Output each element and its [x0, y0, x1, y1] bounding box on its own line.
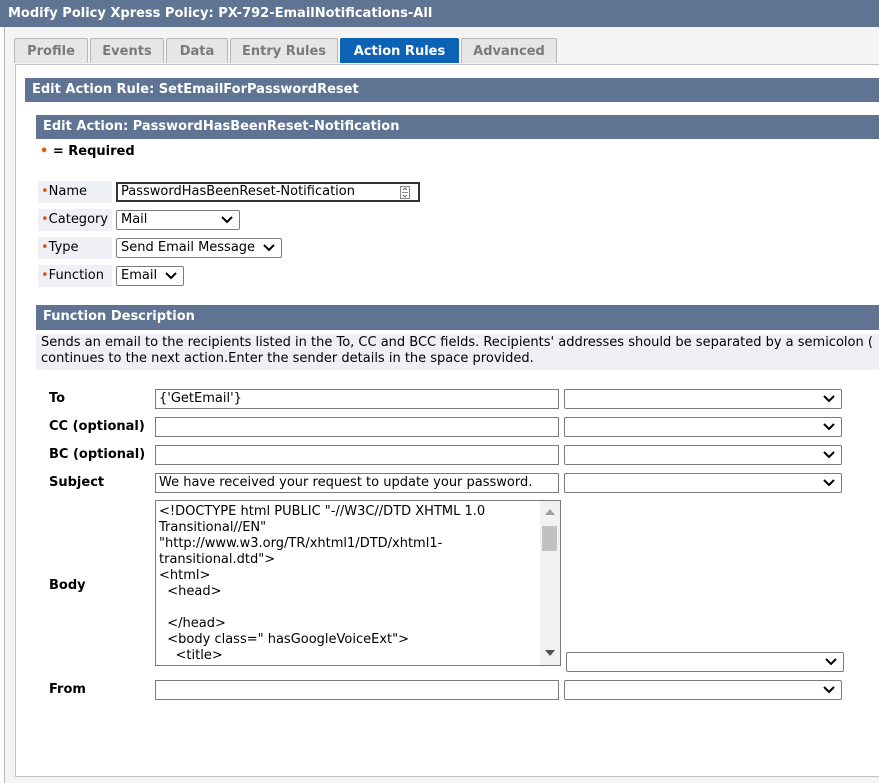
to-select[interactable] — [564, 389, 842, 409]
name-label: •Name — [38, 181, 112, 203]
tab-entry-rules[interactable]: Entry Rules — [230, 38, 338, 63]
function-select[interactable]: Email — [116, 266, 184, 286]
category-label-text: Category — [48, 212, 109, 227]
name-input[interactable]: PasswordHasBeenReset-Notification — [116, 182, 420, 202]
category-select-value: Mail — [121, 212, 148, 227]
chevron-down-icon — [825, 658, 837, 666]
bc-input[interactable] — [155, 445, 559, 465]
subject-input-value: We have received your request to update … — [159, 475, 533, 490]
window-title: Modify Policy Xpress Policy: PX-792-Emai… — [0, 0, 879, 27]
body-scrollbar[interactable] — [540, 501, 560, 665]
function-required-marker: • — [41, 268, 49, 283]
scroll-up-icon[interactable] — [545, 509, 555, 515]
cc-select[interactable] — [564, 417, 842, 437]
to-label: To — [49, 391, 66, 406]
from-label: From — [49, 682, 86, 697]
chevron-down-icon — [221, 216, 233, 224]
cc-label: CC (optional) — [49, 419, 145, 434]
function-label-text: Function — [48, 268, 104, 283]
category-select[interactable]: Mail — [116, 210, 240, 230]
to-input[interactable]: {'GetEmail'} — [155, 389, 559, 409]
function-description-header: Function Description — [36, 305, 879, 330]
subject-input[interactable]: We have received your request to update … — [155, 473, 559, 493]
body-select[interactable] — [566, 652, 844, 672]
chevron-down-icon — [823, 686, 835, 694]
function-description: Sends an email to the recipients listed … — [36, 334, 879, 370]
function-description-line1: Sends an email to the recipients listed … — [41, 335, 873, 350]
required-legend: • = Required — [40, 144, 135, 159]
chevron-down-icon — [823, 395, 835, 403]
body-scrollbar-thumb[interactable] — [542, 526, 557, 551]
type-select[interactable]: Send Email Message — [116, 238, 282, 258]
required-legend-text: = Required — [48, 144, 135, 159]
chevron-down-icon — [165, 272, 177, 280]
tab-profile[interactable]: Profile — [14, 38, 88, 63]
function-description-line2: continues to the next action.Enter the s… — [41, 351, 534, 366]
subject-label: Subject — [49, 475, 105, 490]
type-label-text: Type — [48, 240, 79, 255]
subject-select[interactable] — [564, 473, 842, 493]
category-required-marker: • — [41, 212, 49, 227]
bc-select[interactable] — [564, 445, 842, 465]
bc-label: BC (optional) — [49, 447, 146, 462]
body-textarea-value: <!DOCTYPE html PUBLIC "-//W3C//DTD XHTML… — [159, 504, 486, 663]
name-required-marker: • — [41, 184, 49, 199]
action-rule-header: Edit Action Rule: SetEmailForPasswordRes… — [25, 78, 879, 102]
from-input[interactable] — [155, 680, 559, 700]
from-select[interactable] — [564, 680, 842, 700]
tab-events[interactable]: Events — [90, 38, 164, 63]
tab-data[interactable]: Data — [166, 38, 228, 63]
body-textarea[interactable]: <!DOCTYPE html PUBLIC "-//W3C//DTD XHTML… — [155, 500, 561, 666]
name-label-text: Name — [48, 184, 88, 199]
field-lookup-icon[interactable] — [400, 186, 410, 199]
type-required-marker: • — [41, 240, 49, 255]
body-label: Body — [49, 578, 86, 593]
name-input-value: PasswordHasBeenReset-Notification — [121, 184, 355, 199]
tab-action-rules[interactable]: Action Rules — [340, 38, 459, 63]
type-select-value: Send Email Message — [121, 240, 256, 255]
chevron-down-icon — [823, 479, 835, 487]
type-label: •Type — [38, 237, 112, 259]
category-label: •Category — [38, 209, 112, 231]
function-label: •Function — [38, 265, 112, 287]
scroll-down-icon[interactable] — [545, 650, 555, 656]
tab-advanced[interactable]: Advanced — [461, 38, 557, 63]
cc-input[interactable] — [155, 417, 559, 437]
to-input-value: {'GetEmail'} — [159, 391, 242, 406]
chevron-down-icon — [823, 451, 835, 459]
function-select-value: Email — [121, 268, 158, 283]
chevron-down-icon — [823, 423, 835, 431]
edit-action-header: Edit Action: PasswordHasBeenReset-Notifi… — [36, 115, 879, 139]
chevron-down-icon — [263, 244, 275, 252]
